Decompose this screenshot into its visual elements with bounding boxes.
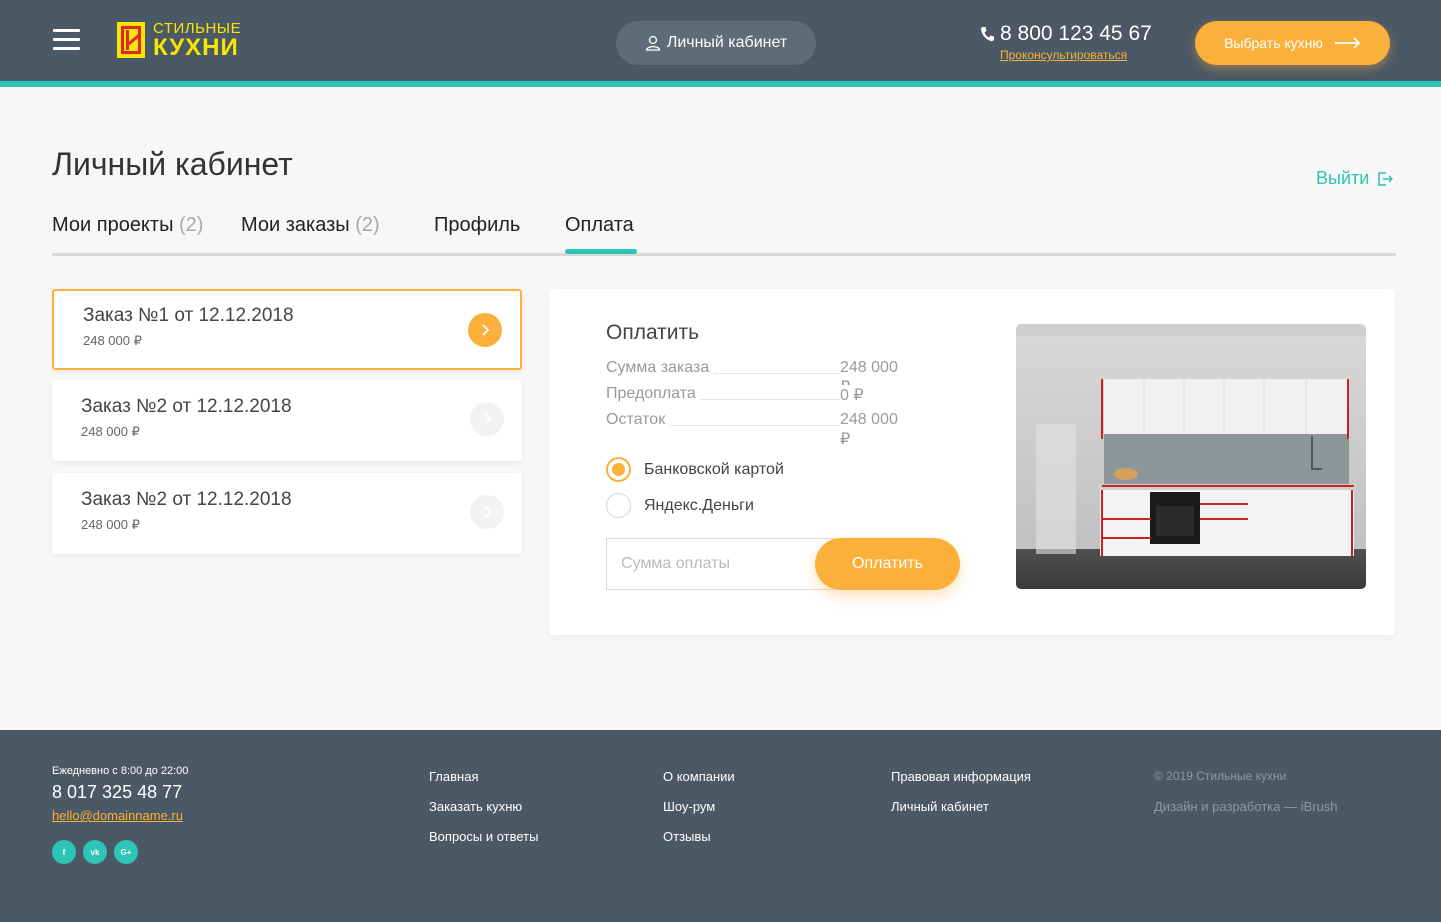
footer-link-cabinet[interactable]: Личный кабинет: [891, 799, 989, 814]
cabinet-label: Личный кабинет: [666, 34, 788, 51]
payment-amount-input[interactable]: [606, 538, 836, 590]
footer-link-faq[interactable]: Вопросы и ответы: [429, 829, 538, 844]
footer-link-order-kitchen[interactable]: Заказать кухню: [429, 799, 522, 814]
header: СТИЛЬНЫЕ КУХНИ Личный кабинет 8 800 123 …: [0, 0, 1441, 81]
radio-label: Банковской картой: [644, 460, 784, 478]
summary-label: Остаток: [606, 411, 670, 429]
arrow-right-icon: [1334, 37, 1361, 49]
payment-title: Оплатить: [606, 321, 700, 344]
tab-projects[interactable]: Мои проекты (2): [52, 214, 203, 237]
footer-link-home[interactable]: Главная: [429, 769, 478, 784]
footer-email[interactable]: hello@domainname.ru: [52, 808, 183, 823]
logout-label: Выйти: [1316, 168, 1370, 188]
order-title: Заказ №2 от 12.12.2018: [81, 396, 292, 417]
order-sum: 248 000 ₽: [81, 424, 140, 439]
page-title: Личный кабинет: [52, 146, 293, 182]
radio-label: Яндекс.Деньги: [644, 496, 754, 514]
chevron-right-icon[interactable]: [468, 313, 502, 347]
order-card[interactable]: Заказ №2 от 12.12.2018 248 000 ₽: [52, 473, 522, 554]
logout-link[interactable]: Выйти: [1316, 168, 1394, 189]
tab-count: (2): [355, 214, 380, 236]
summary-value: 0 ₽: [840, 385, 864, 405]
summary-label: Предоплата: [606, 385, 700, 403]
radio-yandex-money[interactable]: Яндекс.Деньги: [606, 493, 754, 518]
footer-link-reviews[interactable]: Отзывы: [663, 829, 711, 844]
facebook-icon[interactable]: f: [52, 840, 76, 864]
summary-row: Сумма заказа 248 000 ₽: [606, 359, 911, 397]
cabinet-button[interactable]: Личный кабинет: [616, 21, 816, 65]
order-sum: 248 000 ₽: [83, 333, 142, 348]
radio-unchecked-icon: [606, 493, 631, 518]
footer: Ежедневно с 8:00 до 22:00 8 017 325 48 7…: [0, 730, 1441, 922]
tab-profile[interactable]: Профиль: [434, 214, 520, 237]
logo-mark-icon: [117, 22, 145, 58]
menu-icon[interactable]: [53, 29, 80, 51]
logo-line2: КУХНИ: [153, 33, 239, 61]
summary-row: Предоплата 0 ₽: [606, 385, 911, 405]
social-links: f vk G+: [52, 840, 145, 864]
phone-icon: [981, 27, 994, 42]
tab-bar: Мои проекты (2) Мои заказы (2) Профиль О…: [52, 214, 1396, 256]
choose-kitchen-label: Выбрать кухню: [1224, 35, 1323, 51]
active-tab-indicator: [565, 249, 637, 254]
footer-link-legal[interactable]: Правовая информация: [891, 769, 1031, 784]
radio-bank-card[interactable]: Банковской картой: [606, 457, 784, 482]
order-card[interactable]: Заказ №2 от 12.12.2018 248 000 ₽: [52, 380, 522, 461]
vk-icon[interactable]: vk: [83, 840, 107, 864]
consult-link[interactable]: Проконсультироваться: [1000, 48, 1155, 62]
phone-block: 8 800 123 45 67 Проконсультироваться: [980, 22, 1155, 62]
footer-hours: Ежедневно с 8:00 до 22:00: [52, 765, 189, 777]
footer-phone[interactable]: 8 017 325 48 77: [52, 782, 182, 803]
header-accent-strip: [0, 81, 1441, 87]
tab-payment[interactable]: Оплата: [565, 214, 634, 237]
order-title: Заказ №2 от 12.12.2018: [81, 489, 292, 510]
logout-icon: [1378, 171, 1394, 186]
payment-panel: Оплатить Сумма заказа 248 000 ₽ Предопла…: [549, 289, 1395, 635]
footer-link-about[interactable]: О компании: [663, 769, 735, 784]
kitchen-image: [1016, 324, 1366, 589]
summary-row: Остаток 248 000 ₽: [606, 411, 911, 449]
summary-label: Сумма заказа: [606, 359, 714, 377]
choose-kitchen-button[interactable]: Выбрать кухню: [1195, 21, 1390, 65]
footer-link-showroom[interactable]: Шоу-рум: [663, 799, 715, 814]
user-icon: [645, 35, 661, 51]
pay-label: Оплатить: [852, 555, 923, 572]
order-sum: 248 000 ₽: [81, 517, 140, 532]
developer-credit[interactable]: Дизайн и разработка — iBrush: [1154, 799, 1338, 814]
tab-orders[interactable]: Мои заказы (2): [241, 214, 380, 237]
header-phone[interactable]: 8 800 123 45 67: [1000, 22, 1152, 46]
order-card[interactable]: Заказ №1 от 12.12.2018 248 000 ₽: [52, 289, 522, 370]
chevron-right-icon[interactable]: [470, 495, 504, 529]
order-title: Заказ №1 от 12.12.2018: [83, 305, 294, 326]
copyright: © 2019 Стильные кухни: [1154, 769, 1287, 783]
pay-button[interactable]: Оплатить: [815, 538, 960, 590]
chevron-right-icon[interactable]: [470, 402, 504, 436]
summary-value: 248 000 ₽: [840, 411, 911, 449]
logo[interactable]: СТИЛЬНЫЕ КУХНИ: [117, 20, 241, 60]
radio-checked-icon: [606, 457, 631, 482]
google-plus-icon[interactable]: G+: [114, 840, 138, 864]
tab-count: (2): [179, 214, 204, 236]
